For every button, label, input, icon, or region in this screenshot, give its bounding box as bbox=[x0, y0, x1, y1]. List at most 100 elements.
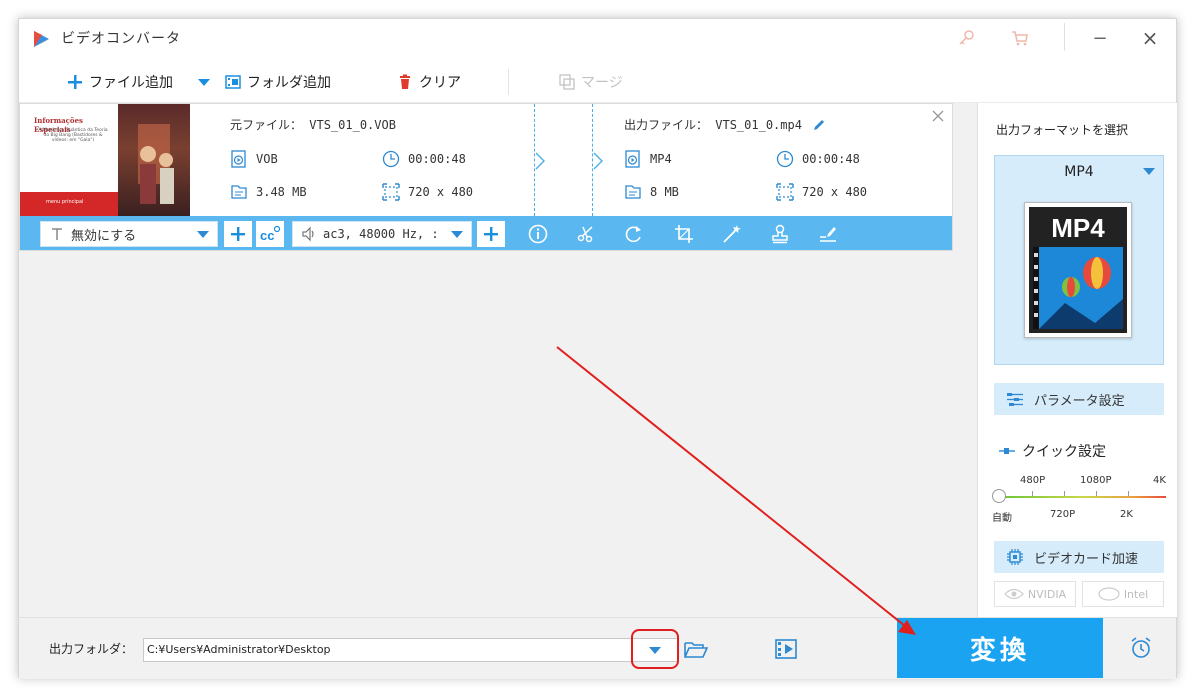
alarm-clock-icon[interactable] bbox=[1127, 634, 1155, 662]
thumbnail-scene bbox=[118, 104, 190, 216]
add-folder-button[interactable]: フォルダ追加 bbox=[225, 61, 331, 103]
chevron-down-icon bbox=[197, 231, 209, 238]
quality-label-4k: 4K bbox=[1153, 475, 1166, 486]
output-label: 出力ファイル： bbox=[624, 118, 709, 132]
title-bar: ビデオコンバータ − × bbox=[19, 19, 1176, 61]
intel-logo-icon bbox=[1098, 587, 1120, 601]
remove-file-button[interactable] bbox=[932, 110, 944, 126]
close-button[interactable]: × bbox=[1139, 26, 1161, 50]
quality-label-auto: 自動 bbox=[992, 513, 1012, 524]
clock-icon bbox=[382, 150, 400, 168]
format-panel: 出力フォーマットを選択 MP4 MP4 パラメータ設定 クイック設定 480P … bbox=[977, 103, 1177, 617]
select-format-title: 出力フォーマットを選択 bbox=[996, 123, 1129, 137]
add-file-button[interactable]: ファイル追加 bbox=[67, 61, 173, 103]
bottom-bar: 出力フォルダ： C:¥Users¥Administrator¥Desktop 変… bbox=[19, 617, 1176, 679]
cart-icon[interactable] bbox=[1009, 27, 1031, 49]
chevron-down-icon bbox=[451, 231, 463, 238]
add-folder-label: フォルダ追加 bbox=[247, 75, 331, 91]
quality-slider-knob[interactable] bbox=[992, 489, 1006, 503]
audio-track-select[interactable]: ac3, 48000 Hz, : bbox=[292, 221, 472, 247]
parameter-settings-label: パラメータ設定 bbox=[1034, 393, 1125, 409]
nvidia-badge: NVIDIA bbox=[994, 581, 1076, 607]
merge-icon bbox=[559, 74, 575, 90]
plus-icon bbox=[231, 227, 245, 241]
video-format-icon bbox=[624, 150, 642, 168]
toolbar-separator bbox=[508, 69, 509, 95]
output-file-row: 出力ファイル： VTS_01_0.mp4 bbox=[624, 116, 826, 133]
effect-wand-icon[interactable] bbox=[720, 222, 744, 246]
slider-mini-icon bbox=[999, 448, 1015, 454]
chevron-right-icon bbox=[592, 152, 604, 174]
add-file-dropdown[interactable] bbox=[197, 61, 211, 103]
file-size-icon bbox=[624, 183, 642, 201]
output-size: 8 MB bbox=[624, 183, 679, 201]
app-window: ビデオコンバータ − × ファイル追加 フォルダ追加 クリア マージ Infor… bbox=[18, 18, 1177, 679]
sliders-icon bbox=[1007, 393, 1023, 406]
text-t-icon bbox=[52, 228, 62, 240]
source-format: VOB bbox=[230, 150, 278, 168]
quality-label-1080p: 1080P bbox=[1080, 475, 1112, 486]
merge-button[interactable]: マージ bbox=[559, 61, 623, 103]
mp4-image-text: MP4 bbox=[1051, 213, 1105, 243]
add-audio-button[interactable] bbox=[477, 221, 505, 247]
resolution-icon bbox=[776, 183, 794, 201]
scissors-icon[interactable] bbox=[574, 222, 598, 246]
audio-value: ac3, 48000 Hz, : bbox=[323, 227, 439, 241]
output-resolution: 720 x 480 bbox=[776, 183, 867, 201]
video-thumbnail[interactable]: Informações Especiais A Mecânica Quântic… bbox=[20, 104, 190, 216]
crop-icon[interactable] bbox=[672, 222, 696, 246]
open-folder-icon[interactable] bbox=[683, 636, 709, 662]
source-label: 元ファイル： bbox=[230, 118, 303, 132]
thumbnail-menu-text: menu principal bbox=[46, 199, 84, 205]
app-logo-icon bbox=[34, 31, 49, 47]
chevron-right-icon bbox=[534, 152, 546, 174]
output-folder-label: 出力フォルダ： bbox=[49, 642, 134, 656]
output-format-selector[interactable]: MP4 MP4 bbox=[994, 155, 1164, 365]
video-output-icon[interactable] bbox=[773, 636, 799, 662]
file-item: Informações Especiais A Mecânica Quântic… bbox=[19, 103, 953, 251]
plus-icon bbox=[67, 74, 83, 90]
close-icon bbox=[932, 110, 944, 122]
quality-label-2k: 2K bbox=[1120, 509, 1133, 520]
trash-icon bbox=[397, 74, 413, 90]
quality-label-720p: 720P bbox=[1050, 509, 1076, 520]
quality-slider-track[interactable] bbox=[998, 496, 1166, 498]
subtitle-select[interactable]: 無効にする bbox=[40, 221, 218, 247]
key-icon[interactable] bbox=[955, 27, 977, 49]
convert-button[interactable]: 変換 bbox=[897, 618, 1103, 678]
title-separator bbox=[1064, 23, 1065, 51]
toolbar: ファイル追加 フォルダ追加 クリア マージ bbox=[19, 61, 1176, 103]
subtitle-edit-icon[interactable] bbox=[816, 222, 840, 246]
source-resolution: 720 x 480 bbox=[382, 183, 473, 201]
resolution-icon bbox=[382, 183, 400, 201]
parameter-settings-button[interactable]: パラメータ設定 bbox=[994, 383, 1164, 415]
clock-icon bbox=[776, 150, 794, 168]
info-icon[interactable] bbox=[526, 222, 550, 246]
source-duration: 00:00:48 bbox=[382, 150, 466, 168]
gpu-acceleration-button[interactable]: ビデオカード加速 bbox=[994, 541, 1164, 573]
minimize-button[interactable]: − bbox=[1089, 27, 1111, 49]
plus-icon bbox=[484, 227, 498, 241]
svg-text:cc: cc bbox=[260, 228, 274, 243]
output-folder-input[interactable]: C:¥Users¥Administrator¥Desktop bbox=[143, 638, 679, 662]
nvidia-eye-icon bbox=[1004, 588, 1024, 600]
chevron-down-icon bbox=[1143, 168, 1155, 175]
gpu-acceleration-label: ビデオカード加速 bbox=[1034, 551, 1139, 567]
watermark-stamp-icon[interactable] bbox=[768, 222, 792, 246]
add-file-label: ファイル追加 bbox=[89, 75, 173, 91]
film-folder-icon bbox=[225, 74, 241, 90]
thumbnail-subtitle: A Mecânica Quântica da Teoria do Big Ban… bbox=[38, 128, 108, 143]
add-subtitle-button[interactable] bbox=[224, 221, 252, 247]
chevron-down-icon bbox=[198, 79, 210, 86]
cc-button[interactable]: cc bbox=[256, 221, 284, 247]
source-file-row: 元ファイル： VTS_01_0.VOB bbox=[230, 116, 396, 133]
intel-badge: Intel bbox=[1082, 581, 1164, 607]
output-filename: VTS_01_0.mp4 bbox=[715, 117, 802, 132]
source-size: 3.48 MB bbox=[230, 183, 307, 201]
source-filename: VTS_01_0.VOB bbox=[309, 117, 396, 132]
edit-pencil-icon[interactable] bbox=[812, 118, 826, 132]
rotate-icon[interactable] bbox=[622, 222, 646, 246]
mp4-format-image: MP4 bbox=[1024, 202, 1132, 338]
clear-button[interactable]: クリア bbox=[397, 61, 461, 103]
clear-label: クリア bbox=[419, 75, 461, 91]
